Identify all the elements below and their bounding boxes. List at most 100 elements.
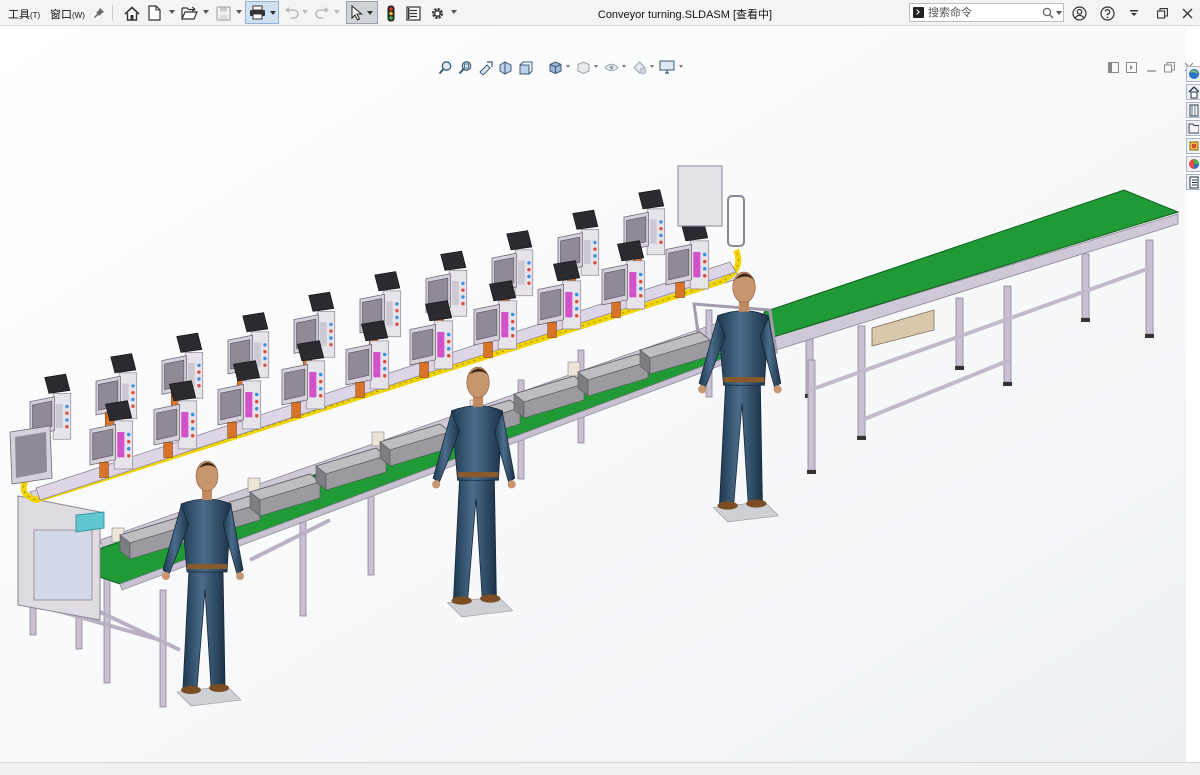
edit-appearance-dropdown-icon[interactable] <box>650 65 654 68</box>
unit-monitor-screen <box>412 328 434 361</box>
traffic-light-icon[interactable] <box>384 3 398 23</box>
unit-indicator-light <box>461 302 465 306</box>
unit-indicator-light <box>197 377 201 381</box>
unit-dark-head <box>44 373 71 394</box>
search-icon[interactable] <box>1042 6 1054 24</box>
undo-dropdown-icon[interactable] <box>302 10 308 14</box>
unit-indicator-light <box>126 439 131 444</box>
select-button[interactable] <box>346 1 378 24</box>
unit-accent-plate <box>452 281 459 306</box>
print-button[interactable] <box>245 1 279 24</box>
unit-indicator-light <box>131 384 135 388</box>
view-settings-dropdown-icon[interactable] <box>679 65 683 68</box>
end-monitor-screen <box>15 432 47 478</box>
unit-orange-block <box>99 462 109 478</box>
unit-indicator-light <box>65 418 69 422</box>
user-icon[interactable] <box>1070 3 1088 23</box>
file-properties-icon[interactable] <box>404 3 422 23</box>
print-dropdown-icon[interactable] <box>269 10 276 15</box>
redo-dropdown-icon[interactable] <box>334 10 340 14</box>
options-dropdown-icon[interactable] <box>451 10 457 14</box>
unit-indicator-light <box>574 299 579 304</box>
status-bar <box>0 762 1200 775</box>
unit-indicator-light <box>254 414 259 418</box>
unit-indicator-light <box>382 359 387 364</box>
open-folder-icon[interactable] <box>180 3 198 23</box>
save-icon[interactable] <box>214 3 232 23</box>
unit-indicator-light <box>395 315 399 320</box>
edit-appearance-icon[interactable] <box>630 58 648 76</box>
unit-orange-block <box>227 422 237 438</box>
hide-show-dropdown-icon[interactable] <box>622 65 626 68</box>
restore-icon[interactable] <box>1153 3 1171 23</box>
view-palette-icon[interactable] <box>1186 120 1200 136</box>
unit-accent-plate <box>320 322 327 347</box>
unit-indicator-light <box>461 295 465 299</box>
save-dropdown-icon[interactable] <box>236 10 242 14</box>
unit-indicator-light <box>263 349 267 354</box>
unit-dark-head <box>176 332 203 353</box>
gear-icon[interactable] <box>428 3 446 23</box>
unit-indicator-light <box>395 308 399 313</box>
pane-right-icon[interactable] <box>1122 58 1140 76</box>
conveyor-foot <box>807 470 816 474</box>
display-style-dropdown-icon[interactable] <box>594 65 598 68</box>
zoom-to-fit-icon[interactable] <box>436 58 454 76</box>
scenes-icon[interactable] <box>1186 156 1200 172</box>
display-style-icon[interactable] <box>574 58 592 76</box>
close-icon[interactable] <box>1178 3 1196 23</box>
search-dropdown-icon[interactable] <box>1056 11 1062 15</box>
unit-indicator-light <box>126 454 131 458</box>
operator-head <box>732 271 756 303</box>
conveyor-foot <box>955 366 964 370</box>
conveyor-leg <box>1003 285 1012 383</box>
command-search[interactable] <box>909 3 1064 22</box>
open-dropdown-icon[interactable] <box>203 10 209 14</box>
hide-show-icon[interactable] <box>602 58 620 76</box>
document-title: Conveyor turning.SLDASM [查看中] <box>597 9 773 21</box>
unit-indicator-light <box>329 336 333 340</box>
unit-indicator-light <box>65 411 69 415</box>
menu-tools[interactable]: 工具(T) <box>8 6 40 22</box>
dynamic-annotation-icon[interactable] <box>516 58 534 76</box>
unit-indicator-light <box>659 233 663 238</box>
unit-indicator-light <box>510 319 515 324</box>
menu-window[interactable]: 窗口(W) <box>50 6 85 22</box>
previous-view-icon[interactable] <box>476 58 494 76</box>
unit-monitor-screen <box>220 388 242 421</box>
home-icon[interactable] <box>123 3 141 23</box>
pin-icon[interactable] <box>92 3 106 23</box>
unit-orange-block <box>611 302 621 318</box>
file-explorer-icon[interactable] <box>1186 102 1200 118</box>
new-document-icon[interactable] <box>146 3 162 23</box>
unit-dark-head <box>553 260 581 282</box>
graphics-area[interactable] <box>0 27 1194 762</box>
unit-indicator-light <box>126 432 131 437</box>
unit-orange-block <box>419 362 429 378</box>
view-orientation-dropdown-icon[interactable] <box>566 65 570 68</box>
unit-indicator-light <box>446 339 451 344</box>
section-view-icon[interactable] <box>496 58 514 76</box>
appearances-icon[interactable] <box>1186 138 1200 154</box>
unit-accent-plate <box>629 272 637 298</box>
redo-icon[interactable] <box>314 3 330 23</box>
unit-dark-head <box>374 271 401 292</box>
pane-left-icon[interactable] <box>1104 58 1122 76</box>
view-orientation-icon[interactable] <box>546 58 564 76</box>
undo-icon[interactable] <box>283 3 299 23</box>
zoom-area-icon[interactable] <box>456 58 474 76</box>
unit-orange-block <box>291 402 301 418</box>
restore-viewport-icon[interactable] <box>1160 58 1178 76</box>
unit-indicator-light <box>527 267 531 272</box>
options-icon[interactable] <box>1126 3 1142 23</box>
search-input[interactable] <box>928 5 1040 20</box>
design-library-icon[interactable] <box>1186 84 1200 100</box>
select-dropdown-icon[interactable] <box>367 10 373 15</box>
view-settings-icon[interactable] <box>658 58 676 76</box>
help-icon[interactable] <box>1098 3 1116 23</box>
custom-properties-icon[interactable] <box>1186 174 1200 190</box>
resources-icon[interactable] <box>1186 66 1200 82</box>
unit-orange-block <box>355 382 365 398</box>
new-dropdown-icon[interactable] <box>169 10 175 14</box>
minimize-viewport-icon[interactable] <box>1142 58 1160 76</box>
